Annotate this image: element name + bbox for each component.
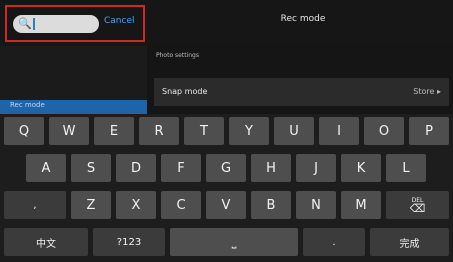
left-menu-panel: Rec mode xyxy=(0,46,147,114)
settings-row-label: Snap mode xyxy=(162,87,208,96)
key-b[interactable]: B xyxy=(251,191,291,219)
key-a[interactable]: A xyxy=(26,154,66,182)
period-key[interactable]: . xyxy=(303,228,365,256)
settings-row-snap-mode[interactable]: Snap mode Store ▸ xyxy=(154,78,449,106)
key-o[interactable]: O xyxy=(364,117,404,145)
key-d[interactable]: D xyxy=(116,154,156,182)
key-i[interactable]: I xyxy=(319,117,359,145)
key-z[interactable]: Z xyxy=(71,191,111,219)
cancel-button[interactable]: Cancel xyxy=(104,16,135,26)
key-v[interactable]: V xyxy=(206,191,246,219)
key-q[interactable]: Q xyxy=(4,117,44,145)
app-root: 🔍 Cancel Rec mode Rec mode Photo setting… xyxy=(0,0,453,262)
key-r[interactable]: R xyxy=(139,117,179,145)
text-caret xyxy=(33,18,35,30)
key-f[interactable]: F xyxy=(161,154,201,182)
key-u[interactable]: U xyxy=(274,117,314,145)
settings-row-value: Store ▸ xyxy=(413,87,441,96)
key-n[interactable]: N xyxy=(296,191,336,219)
onscreen-keyboard: Q W E R T Y U I O P A S D F G H J K L , … xyxy=(0,114,453,262)
key-k[interactable]: K xyxy=(341,154,381,182)
key-e[interactable]: E xyxy=(94,117,134,145)
key-t[interactable]: T xyxy=(184,117,224,145)
space-key[interactable]: ⎵ xyxy=(170,228,298,256)
search-icon: 🔍 xyxy=(18,17,32,30)
backspace-icon: ⌫ xyxy=(409,202,426,215)
space-icon: ⎵ xyxy=(231,234,237,249)
done-key[interactable]: 完成 xyxy=(370,228,449,256)
key-m[interactable]: M xyxy=(341,191,381,219)
key-x[interactable]: X xyxy=(116,191,156,219)
key-p[interactable]: P xyxy=(409,117,449,145)
top-bar: 🔍 Cancel Rec mode xyxy=(0,0,453,46)
key-j[interactable]: J xyxy=(296,154,336,182)
search-input[interactable]: 🔍 xyxy=(13,15,99,33)
left-menu-selected-item[interactable]: Rec mode xyxy=(0,100,147,114)
delete-key[interactable]: DEL ⌫ xyxy=(386,191,449,219)
language-switch-key[interactable]: 中文 xyxy=(4,228,88,256)
page-title: Rec mode xyxy=(280,14,326,24)
key-c[interactable]: C xyxy=(161,191,201,219)
numbers-key[interactable]: ?123 xyxy=(93,228,165,256)
key-s[interactable]: S xyxy=(71,154,111,182)
key-w[interactable]: W xyxy=(49,117,89,145)
left-menu-selected-label: Rec mode xyxy=(10,101,45,109)
search-highlight-box: 🔍 Cancel xyxy=(5,5,145,42)
key-y[interactable]: Y xyxy=(229,117,269,145)
key-g[interactable]: G xyxy=(206,154,246,182)
section-title: Photo settings xyxy=(156,52,199,59)
key-comma[interactable]: , xyxy=(4,191,66,219)
key-h[interactable]: H xyxy=(251,154,291,182)
key-l[interactable]: L xyxy=(386,154,426,182)
